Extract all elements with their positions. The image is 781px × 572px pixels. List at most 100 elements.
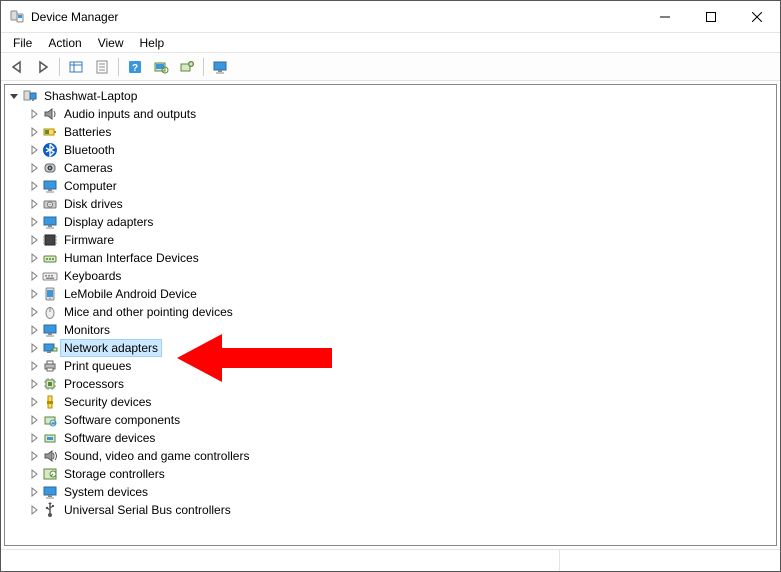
tree-node[interactable]: Security devices — [25, 393, 776, 411]
chevron-right-icon[interactable] — [27, 125, 41, 139]
tree-node-label: Software components — [61, 412, 183, 428]
minimize-button[interactable] — [642, 1, 688, 33]
window-title: Device Manager — [31, 10, 118, 24]
toolbar: ? — [1, 53, 780, 81]
tree-node-label: Mice and other pointing devices — [61, 304, 236, 320]
display-icon — [42, 214, 58, 230]
system-icon — [42, 484, 58, 500]
tree-node-label: Keyboards — [61, 268, 124, 284]
chevron-right-icon[interactable] — [27, 233, 41, 247]
close-button[interactable] — [734, 1, 780, 33]
tree-node[interactable]: Storage controllers — [25, 465, 776, 483]
menu-view[interactable]: View — [90, 34, 132, 52]
back-button[interactable] — [5, 56, 29, 78]
chevron-right-icon[interactable] — [27, 269, 41, 283]
tree-node[interactable]: Computer — [25, 177, 776, 195]
chevron-right-icon[interactable] — [27, 161, 41, 175]
chevron-right-icon[interactable] — [27, 287, 41, 301]
properties-button[interactable] — [90, 56, 114, 78]
tree-node[interactable]: Monitors — [25, 321, 776, 339]
chevron-right-icon[interactable] — [27, 251, 41, 265]
tree-node[interactable]: Mice and other pointing devices — [25, 303, 776, 321]
help-icon: ? — [127, 59, 143, 75]
chevron-right-icon[interactable] — [27, 197, 41, 211]
help-button[interactable]: ? — [123, 56, 147, 78]
chevron-right-icon[interactable] — [27, 377, 41, 391]
panel-icon — [68, 59, 84, 75]
tree-root-node[interactable]: Shashwat-Laptop — [5, 87, 776, 105]
usb-icon — [42, 502, 58, 518]
arrow-right-icon — [35, 59, 51, 75]
maximize-icon — [706, 12, 716, 22]
chevron-down-icon[interactable] — [7, 89, 21, 103]
tree-node[interactable]: Batteries — [25, 123, 776, 141]
sound-icon — [42, 448, 58, 464]
chevron-right-icon[interactable] — [27, 395, 41, 409]
chevron-right-icon[interactable] — [27, 341, 41, 355]
show-hide-tree-button[interactable] — [64, 56, 88, 78]
forward-button[interactable] — [31, 56, 55, 78]
tree-node[interactable]: Network adapters — [25, 339, 776, 357]
scan-hardware-button[interactable] — [149, 56, 173, 78]
menu-help[interactable]: Help — [132, 34, 173, 52]
menu-file[interactable]: File — [5, 34, 40, 52]
tree-node[interactable]: Universal Serial Bus controllers — [25, 501, 776, 519]
chevron-right-icon[interactable] — [27, 503, 41, 517]
speaker-icon — [42, 106, 58, 122]
device-tree-pane[interactable]: Shashwat-LaptopAudio inputs and outputsB… — [4, 84, 777, 546]
tree-node[interactable]: Processors — [25, 375, 776, 393]
storage-icon — [42, 466, 58, 482]
pc-root-icon — [22, 88, 38, 104]
chevron-right-icon[interactable] — [27, 485, 41, 499]
chevron-right-icon[interactable] — [27, 431, 41, 445]
tree-node[interactable]: System devices — [25, 483, 776, 501]
tree-node[interactable]: Sound, video and game controllers — [25, 447, 776, 465]
chevron-right-icon[interactable] — [27, 107, 41, 121]
menu-action[interactable]: Action — [40, 34, 89, 52]
hid-icon — [42, 250, 58, 266]
tree-node-label: Print queues — [61, 358, 134, 374]
printer-icon — [42, 358, 58, 374]
battery-icon — [42, 124, 58, 140]
tree-node[interactable]: Display adapters — [25, 213, 776, 231]
tree-node[interactable]: Disk drives — [25, 195, 776, 213]
maximize-button[interactable] — [688, 1, 734, 33]
tree-node[interactable]: Cameras — [25, 159, 776, 177]
chevron-right-icon[interactable] — [27, 323, 41, 337]
tree-node[interactable]: Audio inputs and outputs — [25, 105, 776, 123]
tree-node[interactable]: Software devices — [25, 429, 776, 447]
device-manager-window: Device Manager File Action View Help — [0, 0, 781, 572]
tree-node-label: LeMobile Android Device — [61, 286, 200, 302]
computer-icon — [42, 178, 58, 194]
tree-node[interactable]: Software components — [25, 411, 776, 429]
chevron-right-icon[interactable] — [27, 143, 41, 157]
tree-node-label: Shashwat-Laptop — [41, 88, 140, 104]
keyboard-icon — [42, 268, 58, 284]
chevron-right-icon[interactable] — [27, 215, 41, 229]
mouse-icon — [42, 304, 58, 320]
tree-node[interactable]: Keyboards — [25, 267, 776, 285]
tree-node[interactable]: Print queues — [25, 357, 776, 375]
chevron-right-icon[interactable] — [27, 179, 41, 193]
chevron-right-icon[interactable] — [27, 449, 41, 463]
chevron-right-icon[interactable] — [27, 467, 41, 481]
tree-node-label: Processors — [61, 376, 127, 392]
tree-node[interactable]: Firmware — [25, 231, 776, 249]
add-hardware-button[interactable] — [175, 56, 199, 78]
keyboard-icon — [42, 268, 58, 284]
tree-node[interactable]: Human Interface Devices — [25, 249, 776, 267]
statusbar — [1, 549, 780, 571]
chevron-right-icon[interactable] — [27, 305, 41, 319]
toolbar-separator — [118, 58, 119, 76]
chevron-right-icon[interactable] — [27, 359, 41, 373]
tree-node[interactable]: LeMobile Android Device — [25, 285, 776, 303]
toolbar-separator — [59, 58, 60, 76]
speaker-icon — [42, 106, 58, 122]
monitor-button[interactable] — [208, 56, 232, 78]
tree-node-label: Security devices — [61, 394, 154, 410]
scan-icon — [153, 59, 169, 75]
tree-node[interactable]: Bluetooth — [25, 141, 776, 159]
chevron-right-icon[interactable] — [27, 413, 41, 427]
tree-node-label: Storage controllers — [61, 466, 168, 482]
tree-node-label: Disk drives — [61, 196, 126, 212]
